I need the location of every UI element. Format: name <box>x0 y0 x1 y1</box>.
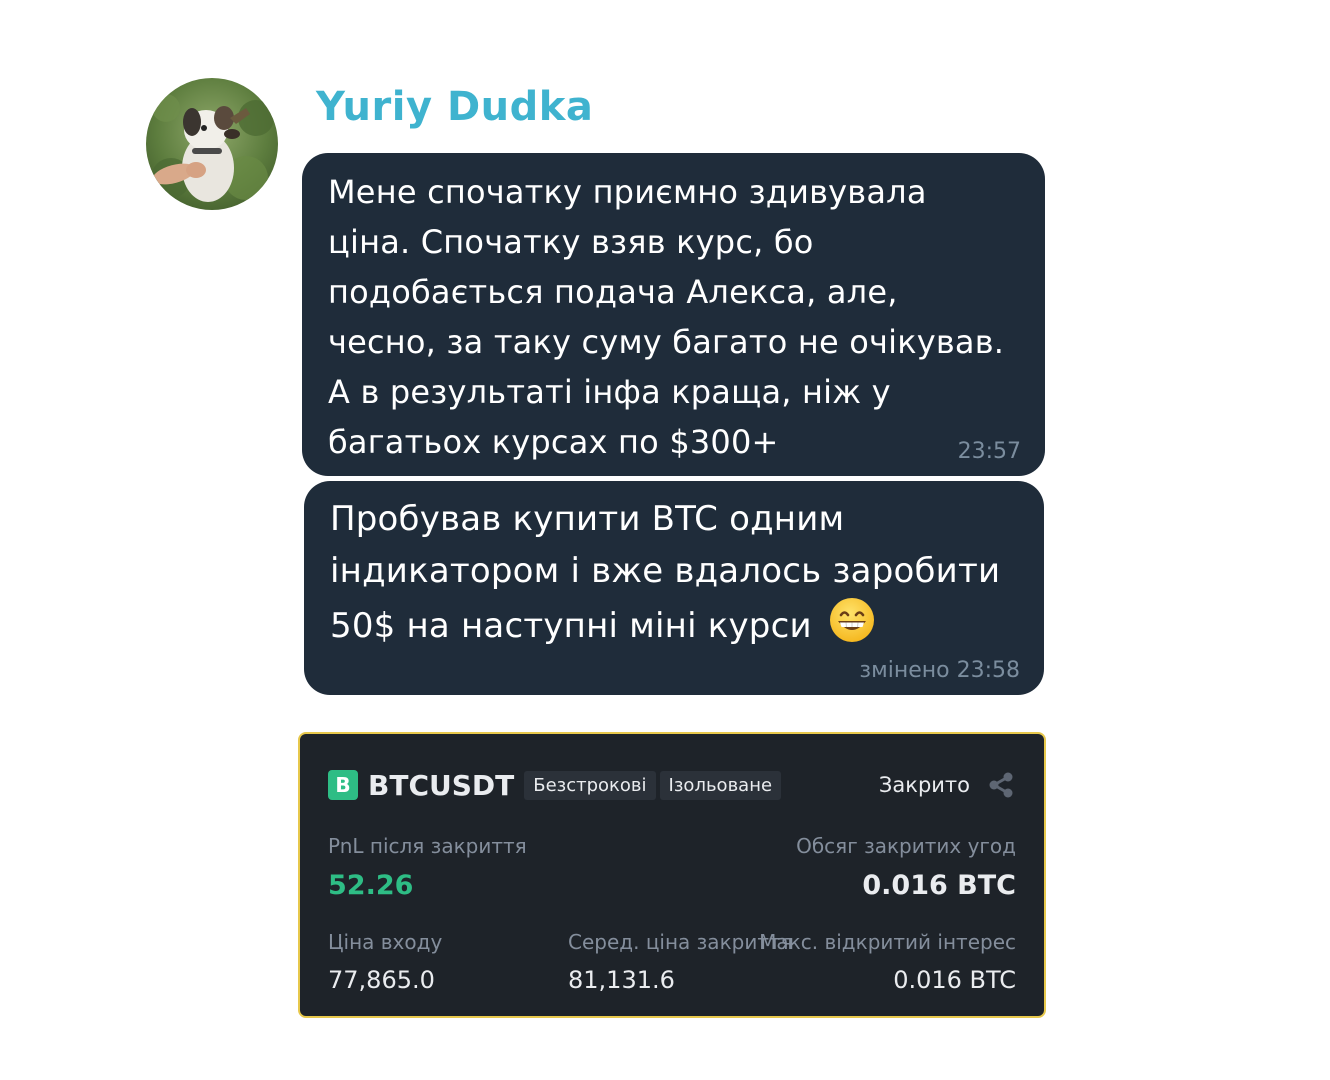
message-text-content: Пробував купити BTC одним індикатором і … <box>330 499 1001 646</box>
avg-close-price-value: 81,131.6 <box>568 966 675 994</box>
message-bubble[interactable]: Пробував купити BTC одним індикатором і … <box>304 481 1044 695</box>
chat-screenshot: Yuriy Dudka Мене спочатку приємно здивув… <box>0 0 1330 1080</box>
exchange-badge: B <box>328 770 358 800</box>
entry-price-value: 77,865.0 <box>328 966 435 994</box>
trade-status: Закрито <box>878 773 970 797</box>
pnl-value: 52.26 <box>328 870 414 901</box>
message-text: Пробував купити BTC одним індикатором і … <box>330 493 1018 658</box>
trade-symbol: BTCUSDT <box>368 768 515 802</box>
message-timestamp: 23:57 <box>957 439 1021 464</box>
author-name[interactable]: Yuriy Dudka <box>316 84 593 130</box>
avatar-dog-photo <box>146 78 278 210</box>
message-text: Мене спочатку приємно здивувала ціна. Сп… <box>328 173 1005 461</box>
max-open-interest-label: Макс. відкритий інтерес <box>759 930 1016 954</box>
volume-label: Обсяг закритих угод <box>796 834 1016 858</box>
message-timestamp: змінено 23:58 <box>859 658 1020 683</box>
tag-isolated: Ізольоване <box>659 770 782 800</box>
message-bubble[interactable]: Мене спочатку приємно здивувала ціна. Сп… <box>302 153 1045 476</box>
entry-price-label: Ціна входу <box>328 930 443 954</box>
avatar[interactable] <box>146 78 278 210</box>
trade-result-card: B BTCUSDT Безстрокові Ізольоване Закрито… <box>298 732 1046 1018</box>
share-icon[interactable] <box>986 770 1016 800</box>
trade-card-header: B BTCUSDT Безстрокові Ізольоване Закрито <box>328 768 1016 802</box>
volume-value: 0.016 BTC <box>862 870 1016 901</box>
max-open-interest-value: 0.016 BTC <box>893 966 1016 994</box>
pnl-label: PnL після закриття <box>328 834 527 858</box>
tag-perpetual: Безстрокові <box>524 770 656 800</box>
grinning-face-icon <box>829 597 875 658</box>
